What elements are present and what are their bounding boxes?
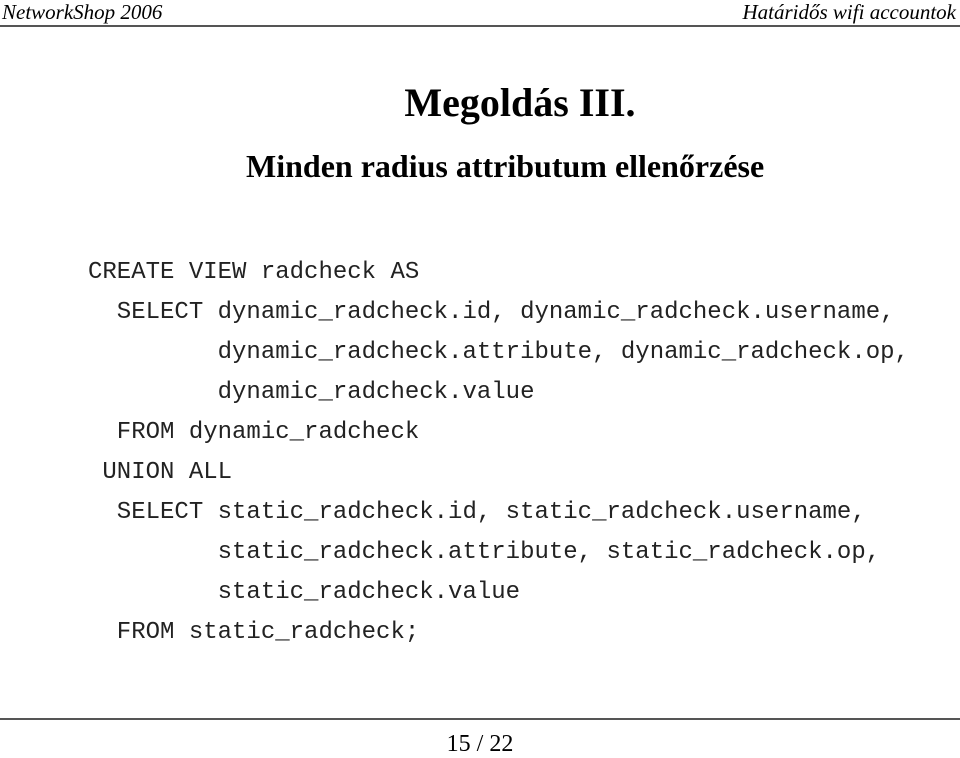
slide-subtitle: Minden radius attributum ellenőrzése — [246, 148, 765, 184]
sql-code-block: CREATE VIEW radcheck AS SELECT dynamic_r… — [88, 253, 909, 653]
footer-divider — [0, 718, 960, 720]
header-talk-title: Határidős wifi accountok — [742, 0, 957, 24]
code-line: FROM dynamic_radcheck — [88, 419, 420, 446]
code-line: SELECT static_radcheck.id, static_radche… — [88, 499, 866, 526]
header-conference-title: NetworkShop 2006 — [2, 0, 163, 24]
header-divider — [0, 25, 960, 27]
slide-title: Megoldás III. — [404, 80, 636, 125]
page-number: 15 / 22 — [446, 731, 514, 757]
code-line: static_radcheck.attribute, static_radche… — [88, 539, 881, 566]
code-line: SELECT dynamic_radcheck.id, dynamic_radc… — [88, 299, 895, 326]
code-line: UNION ALL — [88, 459, 233, 486]
code-line: dynamic_radcheck.attribute, dynamic_radc… — [88, 339, 909, 366]
code-line: CREATE VIEW radcheck AS — [88, 259, 420, 286]
code-line: dynamic_radcheck.value — [88, 379, 535, 406]
code-line: FROM static_radcheck; — [88, 619, 420, 646]
code-line: static_radcheck.value — [88, 579, 521, 606]
